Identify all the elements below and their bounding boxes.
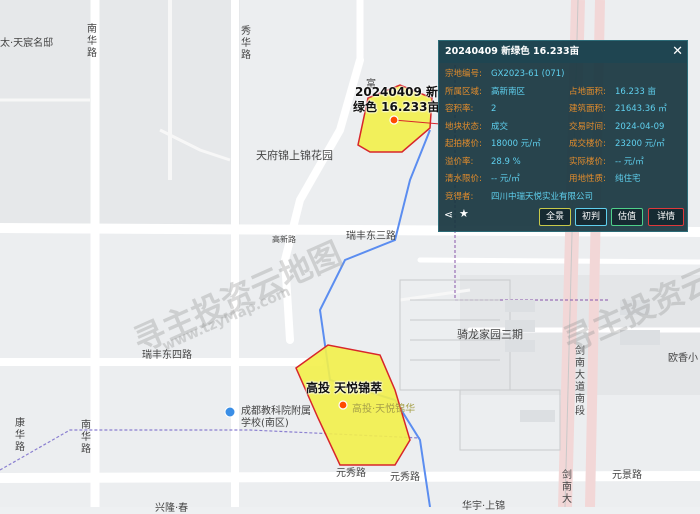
popup-field-row: 竞得者: 四川中瑞天悦实业有限公司 [439, 189, 687, 206]
field-label: 溢价率: [445, 156, 474, 167]
plot-label-north-2: 绿色 16.233亩 [353, 100, 440, 114]
street-label-xiuhua: 秀华路 [241, 26, 251, 61]
place-label-qilong: 骑龙家园三期 [457, 328, 523, 341]
field-value: 成交 [491, 121, 509, 132]
land-info-popup[interactable]: 20240409 新绿色 16.233亩 ✕ 宗地编号: GX2023-61 (0… [438, 40, 688, 232]
school-pin-icon[interactable] [224, 406, 236, 418]
place-label-bottom-1: 华宇·上锦 [462, 501, 506, 512]
popup-field-row: 起拍楼价: 18000 元/㎡ 成交楼价: 23200 元/㎡ [439, 136, 687, 153]
field-value: 纯住宅 [615, 174, 641, 184]
field-value: 21643.36 ㎡ [615, 104, 667, 114]
field-label: 所属区域: [445, 86, 482, 97]
field-label: 起拍楼价: [445, 139, 482, 149]
field-label: 实际楼价: [569, 156, 606, 167]
street-label-kanghua: 康华路 [15, 418, 25, 453]
popup-title: 20240409 新绿色 16.233亩 [445, 46, 580, 57]
field-label: 竞得者: [445, 191, 474, 202]
field-label: 清水限价: [445, 174, 482, 184]
valuation-button[interactable]: 估值 [611, 208, 643, 226]
street-label-ruifeng-3: 瑞丰东三路 [346, 231, 396, 242]
field-label: 容积率: [445, 104, 474, 114]
street-label-jiannan: 剑南大道南段 [575, 346, 585, 417]
street-label-gaoxinlu: 高新路 [272, 235, 296, 244]
popup-header: 20240409 新绿色 16.233亩 ✕ [439, 41, 687, 63]
field-value: -- 元/㎡ [491, 174, 520, 184]
field-label: 地块状态: [445, 121, 482, 132]
prelim-button[interactable]: 初判 [575, 208, 607, 226]
field-value: 28.9 % [491, 156, 521, 167]
field-value: -- 元/㎡ [615, 156, 644, 167]
field-value: 四川中瑞天悦实业有限公司 [491, 191, 594, 202]
place-label-ouxiang: 欧香小 [668, 353, 698, 364]
street-label-yuanxiu-1: 元秀路 [336, 468, 366, 479]
field-label: 用地性质: [569, 174, 606, 184]
popup-field-row: 所属区域: 高新南区 占地面积: 16.233 亩 [439, 84, 687, 101]
field-value: 16.233 亩 [615, 86, 656, 97]
star-icon[interactable]: ★ [459, 207, 469, 220]
popup-field-row: 溢价率: 28.9 % 实际楼价: -- 元/㎡ [439, 154, 687, 171]
street-label-nanhua-bottom: 南华路 [81, 420, 91, 455]
field-value: 2 [491, 104, 497, 114]
street-label-ruifeng-4: 瑞丰东四路 [142, 350, 192, 361]
street-label-yuanxiu-2: 元秀路 [390, 472, 420, 483]
field-value: 2024-04-09 [615, 121, 665, 132]
place-label-school-2: 学校(南区) [241, 418, 289, 429]
share-icon[interactable]: ⋖ [444, 208, 453, 221]
field-value: GX2023-61 (071) [491, 69, 565, 79]
popup-field-row: 宗地编号: GX2023-61 (071) [439, 66, 687, 83]
street-label-jiannan-da: 剑南大 [562, 470, 572, 505]
field-label: 宗地编号: [445, 69, 482, 79]
field-value: 18000 元/㎡ [491, 139, 541, 149]
field-value: 23200 元/㎡ [615, 139, 665, 149]
plot-sub-label-south: 高投·天悦锦华 [352, 404, 416, 415]
field-label: 占地面积: [569, 86, 606, 97]
close-icon[interactable]: ✕ [672, 43, 683, 61]
place-label-taishangmingfu: 太·天宸名邸 [0, 38, 54, 49]
plot-marker-south[interactable] [338, 400, 348, 410]
field-label: 建筑面积: [569, 104, 606, 114]
popup-field-row: 清水限价: -- 元/㎡ 用地性质: 纯住宅 [439, 171, 687, 188]
plot-marker-north[interactable] [389, 115, 399, 125]
street-label-nanhua-top: 南华路 [87, 24, 97, 59]
popup-field-row: 地块状态: 成交 交易时间: 2024-04-09 [439, 119, 687, 136]
panorama-button[interactable]: 全景 [539, 208, 571, 226]
plot-label-south: 高投 天悦锦萃 [306, 381, 383, 395]
place-label-tianfu-jinhuayuan: 天府锦上锦花园 [256, 149, 333, 162]
field-label: 成交楼价: [569, 139, 606, 149]
popup-field-row: 容积率: 2 建筑面积: 21643.36 ㎡ [439, 101, 687, 118]
field-value: 高新南区 [491, 86, 526, 97]
field-label: 交易时间: [569, 121, 606, 132]
street-label-yuanjing: 元景路 [612, 470, 642, 481]
detail-button[interactable]: 详情 [648, 208, 684, 226]
